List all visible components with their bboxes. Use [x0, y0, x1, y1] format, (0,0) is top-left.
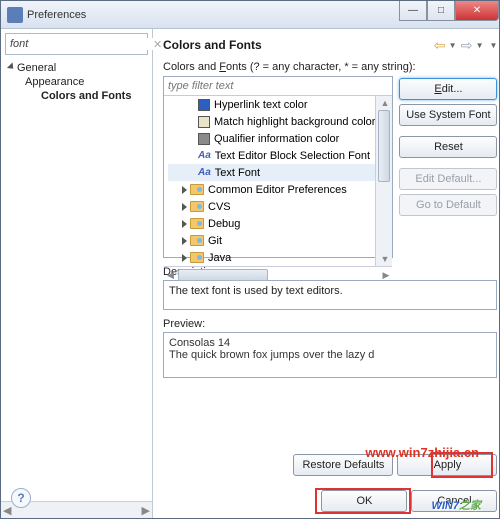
- color-swatch-icon: [198, 116, 210, 128]
- scroll-thumb[interactable]: [378, 110, 390, 182]
- preview-box: Consolas 14 The quick brown fox jumps ov…: [163, 332, 497, 378]
- nav-item-general[interactable]: General: [5, 61, 152, 75]
- folder-git[interactable]: Git: [168, 232, 375, 249]
- preferences-window: Preferences — □ ✕ ✕ General Appearance C…: [0, 0, 500, 519]
- color-swatch-icon: [198, 99, 210, 111]
- maximize-button[interactable]: □: [427, 1, 455, 21]
- nav-forward-button[interactable]: ⇨: [459, 37, 475, 53]
- arrow-left-icon: ⇦: [434, 37, 446, 54]
- edit-default-button: Edit Default...: [399, 168, 497, 190]
- minimize-button[interactable]: —: [399, 1, 427, 21]
- reset-button[interactable]: Reset: [399, 136, 497, 158]
- description-text: The text font is used by text editors.: [163, 280, 497, 310]
- ok-button[interactable]: OK: [321, 490, 407, 512]
- folder-java[interactable]: Java: [168, 249, 375, 266]
- nav-filter-input[interactable]: [10, 38, 153, 50]
- nav-item-colors-fonts[interactable]: Colors and Fonts: [5, 89, 152, 103]
- app-icon: [7, 7, 23, 23]
- folder-cvs[interactable]: CVS: [168, 198, 375, 215]
- nav-back-button[interactable]: ⇦: [432, 37, 448, 53]
- cancel-button[interactable]: Cancel: [411, 490, 497, 512]
- nav-pane: ✕ General Appearance Colors and Fonts ◀▶: [1, 29, 153, 518]
- folder-icon: [190, 184, 204, 195]
- page-title: Colors and Fonts: [163, 38, 430, 52]
- item-hyperlink-color[interactable]: Hyperlink text color: [168, 96, 375, 113]
- section-label: Colors and Fonts (? = any character, * =…: [163, 61, 497, 73]
- item-block-selection-font[interactable]: AaText Editor Block Selection Font: [168, 147, 375, 164]
- folder-icon: [190, 252, 204, 263]
- colors-fonts-tree: Hyperlink text color Match highlight bac…: [163, 76, 393, 258]
- scroll-thumb[interactable]: [178, 269, 268, 281]
- font-icon: Aa: [198, 167, 211, 178]
- folder-debug[interactable]: Debug: [168, 215, 375, 232]
- preview-line-2: The quick brown fox jumps over the lazy …: [169, 349, 491, 361]
- color-swatch-icon: [198, 133, 210, 145]
- folder-icon: [190, 218, 204, 229]
- folder-common-editor[interactable]: Common Editor Preferences: [168, 181, 375, 198]
- fwd-menu-icon[interactable]: ▼: [476, 41, 484, 50]
- tree-filter-input[interactable]: [164, 77, 392, 96]
- close-button[interactable]: ✕: [455, 1, 499, 21]
- nav-tree[interactable]: General Appearance Colors and Fonts: [1, 59, 152, 501]
- folder-icon: [190, 235, 204, 246]
- preview-line-1: Consolas 14: [169, 337, 491, 349]
- use-system-font-button[interactable]: Use System Font: [399, 104, 497, 126]
- nav-filter[interactable]: ✕: [5, 33, 148, 55]
- edit-button[interactable]: EEdit...dit...: [399, 78, 497, 100]
- folder-icon: [190, 201, 204, 212]
- tree-vscroll[interactable]: ▲▼: [375, 96, 392, 266]
- tree-hscroll[interactable]: ◀▶: [164, 266, 392, 267]
- back-menu-icon[interactable]: ▼: [449, 41, 457, 50]
- help-button[interactable]: ?: [11, 488, 31, 508]
- apply-button[interactable]: Apply: [397, 454, 497, 476]
- preview-label: Preview:: [163, 318, 497, 330]
- item-qualifier-color[interactable]: Qualifier information color: [168, 130, 375, 147]
- content-pane: Colors and Fonts ⇦▼ ⇨▼ ▼ Colors and Font…: [153, 29, 500, 518]
- item-match-highlight-color[interactable]: Match highlight background color: [168, 113, 375, 130]
- action-buttons: EEdit...dit... Use System Font Reset Edi…: [399, 78, 497, 216]
- window-title: Preferences: [27, 9, 399, 21]
- arrow-right-icon: ⇨: [461, 37, 473, 54]
- nav-item-appearance[interactable]: Appearance: [5, 75, 152, 89]
- titlebar[interactable]: Preferences — □ ✕: [1, 1, 499, 29]
- colors-fonts-list[interactable]: Hyperlink text color Match highlight bac…: [164, 96, 375, 266]
- restore-defaults-button[interactable]: Restore Defaults: [293, 454, 393, 476]
- page-menu-icon[interactable]: ▼: [490, 41, 498, 50]
- go-to-default-button: Go to Default: [399, 194, 497, 216]
- font-icon: Aa: [198, 150, 211, 161]
- item-text-font[interactable]: AaText Font: [168, 164, 375, 181]
